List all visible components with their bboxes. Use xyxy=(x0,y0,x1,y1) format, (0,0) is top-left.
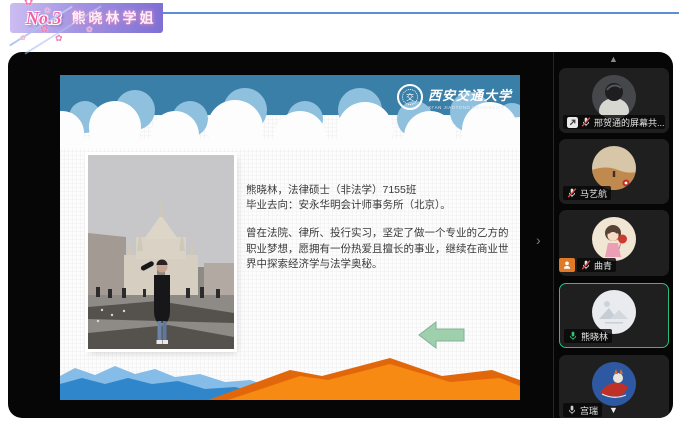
participant-tile-mayihang[interactable]: 马艺航 xyxy=(559,139,669,204)
avatar xyxy=(592,362,636,406)
avatar xyxy=(592,217,636,261)
participant-tile-xiongxiaolin-active[interactable]: 熊晓林 xyxy=(559,283,669,348)
participant-tile-xingheting-share[interactable]: 邢贺通的屏幕共... xyxy=(559,68,669,133)
mic-muted-icon xyxy=(581,259,591,271)
sidebar-collapse-chevron[interactable]: › xyxy=(536,232,541,248)
slide-paragraph: 曾在法院、律所、投行实习，坚定了做一个专业的乙方的职业梦想，愿拥有一份热爱且擅长… xyxy=(246,226,518,272)
university-seal-icon: 交 xyxy=(397,84,423,110)
header-divider-line xyxy=(163,12,679,14)
slide-intro-line2: 毕业去向：安永华明会计师事务所（北京）。 xyxy=(246,199,451,211)
participant-name: 熊晓林 xyxy=(581,330,608,343)
slide-intro-line1: 熊晓林，法律硕士（非法学）7155班 xyxy=(246,184,416,196)
bottom-waves-graphic xyxy=(60,350,520,400)
blossom-icon: ✿ xyxy=(86,25,93,34)
participant-name: 马艺航 xyxy=(580,187,607,200)
banner-title: 熊晓林学姐 xyxy=(72,8,157,28)
mic-muted-icon xyxy=(581,116,591,128)
shared-slide: 交 西安交通大学 XI'AN JIAOTONG UNIVERSITY xyxy=(60,75,520,400)
participant-name: 邢贺通的屏幕共... xyxy=(594,116,665,129)
blossom-icon: ✿ xyxy=(44,6,51,15)
avatar xyxy=(592,146,636,190)
scroll-down-icon[interactable]: ▼ xyxy=(609,405,618,415)
blossom-icon: ✿ xyxy=(55,33,63,44)
participant-name: 曲青 xyxy=(594,259,612,272)
blossom-icon: ✿ xyxy=(40,24,48,35)
screen-share-icon xyxy=(567,117,578,128)
host-badge-icon xyxy=(559,258,575,272)
mic-speaking-icon xyxy=(568,330,578,342)
left-arrow-icon xyxy=(418,321,465,349)
participants-sidebar: ▲ xyxy=(553,52,673,418)
university-name-en: XI'AN JIAOTONG UNIVERSITY xyxy=(428,105,512,110)
meeting-window: 交 西安交通大学 XI'AN JIAOTONG UNIVERSITY xyxy=(8,52,673,418)
university-name-cn: 西安交通大学 xyxy=(428,85,512,104)
participant-tile-quqing[interactable]: 曲青 xyxy=(559,210,669,276)
participant-name: 宫瑞 xyxy=(580,404,598,417)
mic-on-icon xyxy=(567,404,577,416)
scroll-up-icon[interactable]: ▲ xyxy=(609,54,618,64)
blossom-icon: ✿ xyxy=(20,34,26,42)
university-logo: 交 西安交通大学 XI'AN JIAOTONG UNIVERSITY xyxy=(397,84,512,110)
blossom-icon: ✿ xyxy=(24,0,33,8)
avatar-placeholder xyxy=(592,290,636,334)
mic-muted-icon xyxy=(567,187,577,199)
avatar xyxy=(592,75,636,119)
slide-text-block: 熊晓林，法律硕士（非法学）7155班 毕业去向：安永华明会计师事务所（北京）。 … xyxy=(246,183,518,272)
photo-milan-cathedral xyxy=(88,155,234,349)
